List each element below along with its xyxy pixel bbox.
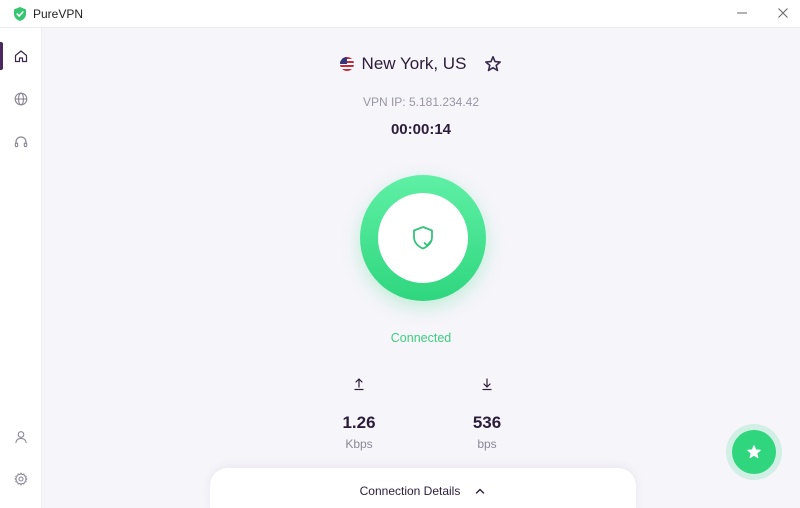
connect-toggle-button[interactable] [360,175,486,301]
app-title: PureVPN [33,7,84,21]
favorites-fab-button[interactable] [732,430,776,474]
sidebar-item-home[interactable] [0,42,42,70]
minimize-button[interactable] [728,2,756,24]
purevpn-logo-icon [14,7,26,21]
main-panel: New York, US VPN IP: 5.181.234.42 00:00:… [42,28,800,508]
connection-details-label: Connection Details [359,484,461,498]
vpn-ip-address: VPN IP: 5.181.234.42 [362,95,480,109]
close-icon [778,8,788,18]
sidebar-item-locations[interactable] [0,85,42,113]
star-filled-icon [747,445,761,459]
connection-details-toggle[interactable]: Connection Details [210,468,636,508]
upload-speed-unit: Kbps [345,437,373,451]
minimize-icon [737,12,747,14]
close-button[interactable] [769,2,797,24]
us-flag-icon [339,57,354,71]
download-speed-value: 536 [472,413,502,432]
server-location[interactable]: New York, US [42,54,800,74]
favorite-button[interactable] [484,55,502,73]
download-speed-unit: bps [477,437,497,451]
shield-check-icon [413,226,433,250]
sidebar-item-settings[interactable] [0,465,42,493]
sidebar [0,28,42,508]
upload-arrow-icon [319,377,399,391]
connect-button-inner [378,193,468,283]
title-bar: PureVPN [0,0,800,28]
globe-icon [14,92,28,106]
sidebar-item-account[interactable] [0,423,42,451]
connection-timer: 00:00:14 [390,121,452,138]
chevron-up-icon [476,488,485,494]
home-icon [14,50,28,63]
user-icon [15,431,27,444]
connection-status: Connected [390,331,452,345]
location-name: New York, US [361,54,467,73]
download-arrow-icon [447,377,527,391]
headset-icon [14,136,28,148]
upload-speed-value: 1.26 [342,413,376,432]
sidebar-item-support[interactable] [0,128,42,156]
gear-icon [14,472,28,486]
star-outline-icon [485,56,502,72]
